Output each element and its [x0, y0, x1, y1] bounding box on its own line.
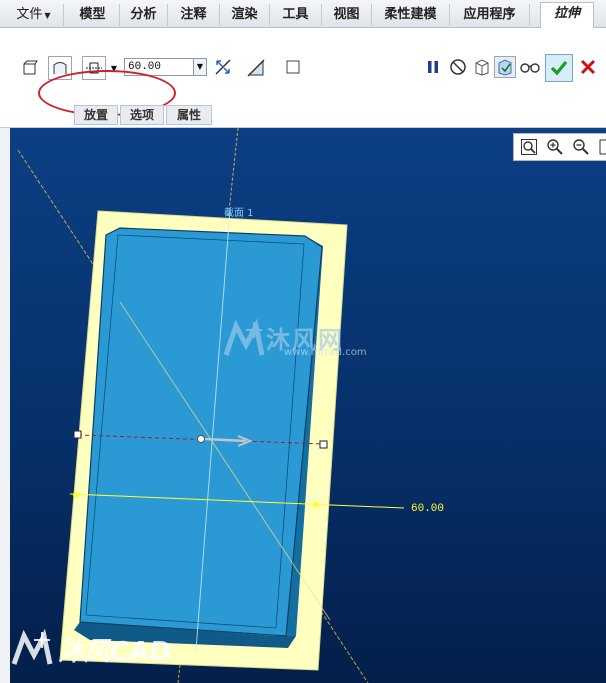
pause-icon — [428, 61, 438, 73]
extrude-dashboard: ▼ 60.00 ▼ 放置 选项 属性 — [0, 28, 606, 128]
menu-model[interactable]: 模型 — [66, 4, 120, 26]
watermark-corner-text: 沐风CAD — [58, 637, 171, 667]
repaint-button[interactable] — [596, 137, 606, 157]
cancel-button[interactable] — [578, 57, 598, 77]
confirm-button[interactable] — [545, 54, 573, 82]
blind-depth-icon — [86, 62, 102, 74]
solid-icon — [23, 60, 38, 75]
subtab-options[interactable]: 选项 — [120, 105, 164, 125]
tab-extrude[interactable]: 拉伸 — [540, 2, 594, 29]
close-icon — [580, 59, 596, 75]
menu-analysis[interactable]: 分析 — [120, 4, 168, 26]
dimension-endpoint — [73, 492, 79, 498]
menu-tools[interactable]: 工具 — [270, 4, 322, 26]
menu-view[interactable]: 视图 — [322, 4, 372, 26]
zoom-out-icon — [573, 139, 589, 155]
extrude-solid-button[interactable] — [20, 58, 40, 78]
menu-annotate[interactable]: 注释 — [168, 4, 220, 26]
direction-origin[interactable] — [197, 435, 205, 443]
part-top-face — [79, 227, 323, 637]
chevron-down-icon: ▼ — [44, 11, 51, 20]
chevron-down-icon: ▼ — [196, 62, 204, 71]
drag-handle-left[interactable] — [73, 430, 82, 439]
zoom-in-icon — [547, 139, 563, 155]
watermark-corner: 沐风CAD — [10, 627, 180, 672]
surface-icon — [53, 62, 67, 74]
menu-file[interactable]: 文件 ▼ — [4, 4, 64, 26]
no-preview-button[interactable] — [448, 57, 468, 77]
thicken-sketch-button[interactable] — [284, 58, 302, 76]
depth-dimension-label[interactable]: 60.00 — [411, 503, 444, 515]
depth-option-dropdown[interactable]: ▼ — [108, 58, 120, 78]
geometry-preview-icon — [475, 59, 489, 76]
menu-flexible-modeling[interactable]: 柔性建模 — [372, 4, 450, 26]
checkmark-icon — [550, 60, 568, 76]
dimension-endpoint — [313, 502, 319, 508]
thicken-icon — [286, 60, 300, 74]
menu-applications[interactable]: 应用程序 — [450, 4, 530, 26]
zoom-out-button[interactable] — [570, 137, 592, 157]
flip-direction-button[interactable] — [212, 56, 234, 78]
section-label: 截面 1 — [224, 208, 254, 219]
depth-dropdown[interactable]: ▼ — [194, 58, 207, 76]
pause-button[interactable] — [424, 58, 442, 76]
depth-input[interactable]: 60.00 — [124, 58, 194, 76]
attached-preview-button[interactable] — [472, 57, 492, 77]
verify-mode-button[interactable] — [518, 57, 542, 77]
menu-bar: 文件 ▼ 模型 分析 注释 渲染 工具 视图 柔性建模 应用程序 拉伸 — [0, 0, 606, 29]
refit-button[interactable] — [518, 137, 540, 157]
menu-render[interactable]: 渲染 — [220, 4, 270, 26]
model-scene — [11, 128, 405, 683]
subtab-placement[interactable]: 放置 — [74, 105, 118, 125]
depth-option-button[interactable] — [82, 56, 106, 80]
flip-direction-icon — [215, 59, 231, 75]
detached-preview-button[interactable] — [494, 56, 516, 78]
zoom-in-button[interactable] — [544, 137, 566, 157]
drag-handle-right[interactable] — [319, 440, 328, 449]
watermark-url: www.mfcad.com — [284, 347, 367, 358]
refit-icon — [521, 139, 537, 155]
menu-file-label: 文件 — [16, 7, 43, 22]
remove-material-icon — [247, 59, 265, 77]
subtab-properties[interactable]: 属性 — [166, 105, 212, 125]
chevron-down-icon: ▼ — [110, 63, 118, 73]
remove-material-button[interactable] — [244, 56, 268, 80]
left-panel-edge — [0, 128, 10, 683]
verify-preview-icon — [498, 59, 512, 76]
repaint-icon — [599, 139, 606, 155]
view-toolbar — [513, 133, 606, 161]
glasses-icon — [520, 63, 540, 73]
extrude-surface-button[interactable] — [48, 56, 72, 80]
no-preview-icon — [450, 59, 466, 75]
graphics-viewport[interactable] — [10, 128, 606, 683]
watermark-center: 沐风网 www.mfcad.com — [224, 320, 384, 360]
